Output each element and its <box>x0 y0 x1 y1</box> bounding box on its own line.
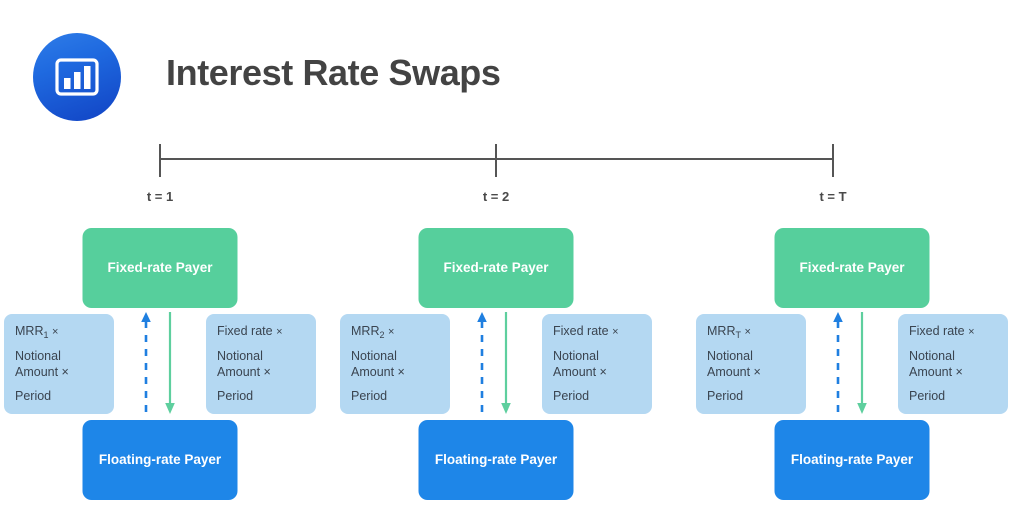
floating-rate-payer-box[interactable]: Floating-rate Payer <box>82 420 238 500</box>
page-title: Interest Rate Swaps <box>166 52 501 93</box>
solid-down-arrow <box>857 312 867 414</box>
floating-leg-rate-line: MRR1 × <box>15 324 103 340</box>
fixed-rate-payer-box[interactable]: Fixed-rate Payer <box>774 228 930 308</box>
floating-leg-rate-subscript: 1 <box>43 330 49 340</box>
dashed-up-arrow <box>477 312 487 412</box>
floating-leg-rate: MRR <box>707 324 736 338</box>
fixed-leg-period-line: Period <box>217 389 254 404</box>
solid-down-arrow <box>501 312 511 414</box>
floating-leg-period-line: Period <box>707 389 744 404</box>
swap-group-tT: Fixed-rate Payer MRRT × Notional Amount … <box>696 228 1008 500</box>
fixed-leg-rate-line: Fixed rate × <box>909 324 997 340</box>
fixed-leg-notional-line: Notional Amount × <box>217 348 271 379</box>
floating-leg-formula-box: MRRT × Notional Amount × Period <box>696 314 806 415</box>
fixed-leg-period-line: Period <box>909 389 946 404</box>
floating-leg-rate-line: MRR2 × <box>351 324 439 340</box>
fixed-leg-rate: Fixed rate <box>909 324 965 338</box>
page-header: Interest Rate Swaps <box>0 0 1024 150</box>
payment-arrows <box>137 310 183 416</box>
floating-leg-formula-box: MRR2 × Notional Amount × Period <box>340 314 450 415</box>
payment-arrows <box>829 310 875 416</box>
multiply-symbol: × <box>612 326 619 338</box>
multiply-symbol: × <box>968 326 975 338</box>
fixed-rate-payer-box[interactable]: Fixed-rate Payer <box>82 228 238 308</box>
fixed-leg-rate-line: Fixed rate × <box>553 324 641 340</box>
floating-leg-period-line: Period <box>351 389 388 404</box>
floating-leg-rate: MRR <box>15 324 44 338</box>
floating-leg-notional-line: Notional Amount × <box>15 348 69 379</box>
fixed-leg-rate: Fixed rate <box>553 324 609 338</box>
timeline-label-tT: t = T <box>819 189 847 204</box>
swap-group-t2: Fixed-rate Payer MRR2 × Notional Amount … <box>340 228 652 500</box>
fixed-leg-formula-box: Fixed rate × Notional Amount × Period <box>206 314 316 415</box>
floating-leg-rate-subscript: 2 <box>379 330 385 340</box>
floating-rate-payer-box[interactable]: Floating-rate Payer <box>418 420 574 500</box>
multiply-symbol: × <box>276 326 283 338</box>
fixed-leg-formula-box: Fixed rate × Notional Amount × Period <box>898 314 1008 415</box>
floating-leg-notional-line: Notional Amount × <box>351 348 405 379</box>
multiply-symbol: × <box>51 326 59 338</box>
solid-down-arrow <box>165 312 175 414</box>
fixed-leg-rate: Fixed rate <box>217 324 273 338</box>
floating-leg-formula-box: MRR1 × Notional Amount × Period <box>4 314 114 415</box>
brand-logo-badge <box>33 33 121 121</box>
fixed-leg-period-line: Period <box>553 389 590 404</box>
fixed-leg-notional-line: Notional Amount × <box>909 348 963 379</box>
timeline-label-t1: t = 1 <box>146 189 174 204</box>
multiply-symbol: × <box>744 326 751 338</box>
fixed-leg-rate-line: Fixed rate × <box>217 324 305 340</box>
dashed-up-arrow <box>141 312 151 412</box>
dashed-up-arrow <box>833 312 843 412</box>
floating-leg-rate: MRR <box>351 324 380 338</box>
fixed-leg-formula-box: Fixed rate × Notional Amount × Period <box>542 314 652 415</box>
fixed-leg-notional-line: Notional Amount × <box>553 348 607 379</box>
bar-chart-icon <box>33 33 121 121</box>
timeline-label-t2: t = 2 <box>482 189 510 204</box>
fixed-rate-payer-box[interactable]: Fixed-rate Payer <box>418 228 574 308</box>
floating-leg-notional-line: Notional Amount × <box>707 348 761 379</box>
multiply-symbol: × <box>387 326 395 338</box>
floating-leg-period-line: Period <box>15 389 52 404</box>
floating-rate-payer-box[interactable]: Floating-rate Payer <box>774 420 930 500</box>
swap-group-t1: Fixed-rate Payer MRR1 × Notional Amount … <box>4 228 316 500</box>
floating-leg-rate-subscript: T <box>735 330 741 340</box>
floating-leg-rate-line: MRRT × <box>707 324 795 340</box>
payment-arrows <box>473 310 519 416</box>
